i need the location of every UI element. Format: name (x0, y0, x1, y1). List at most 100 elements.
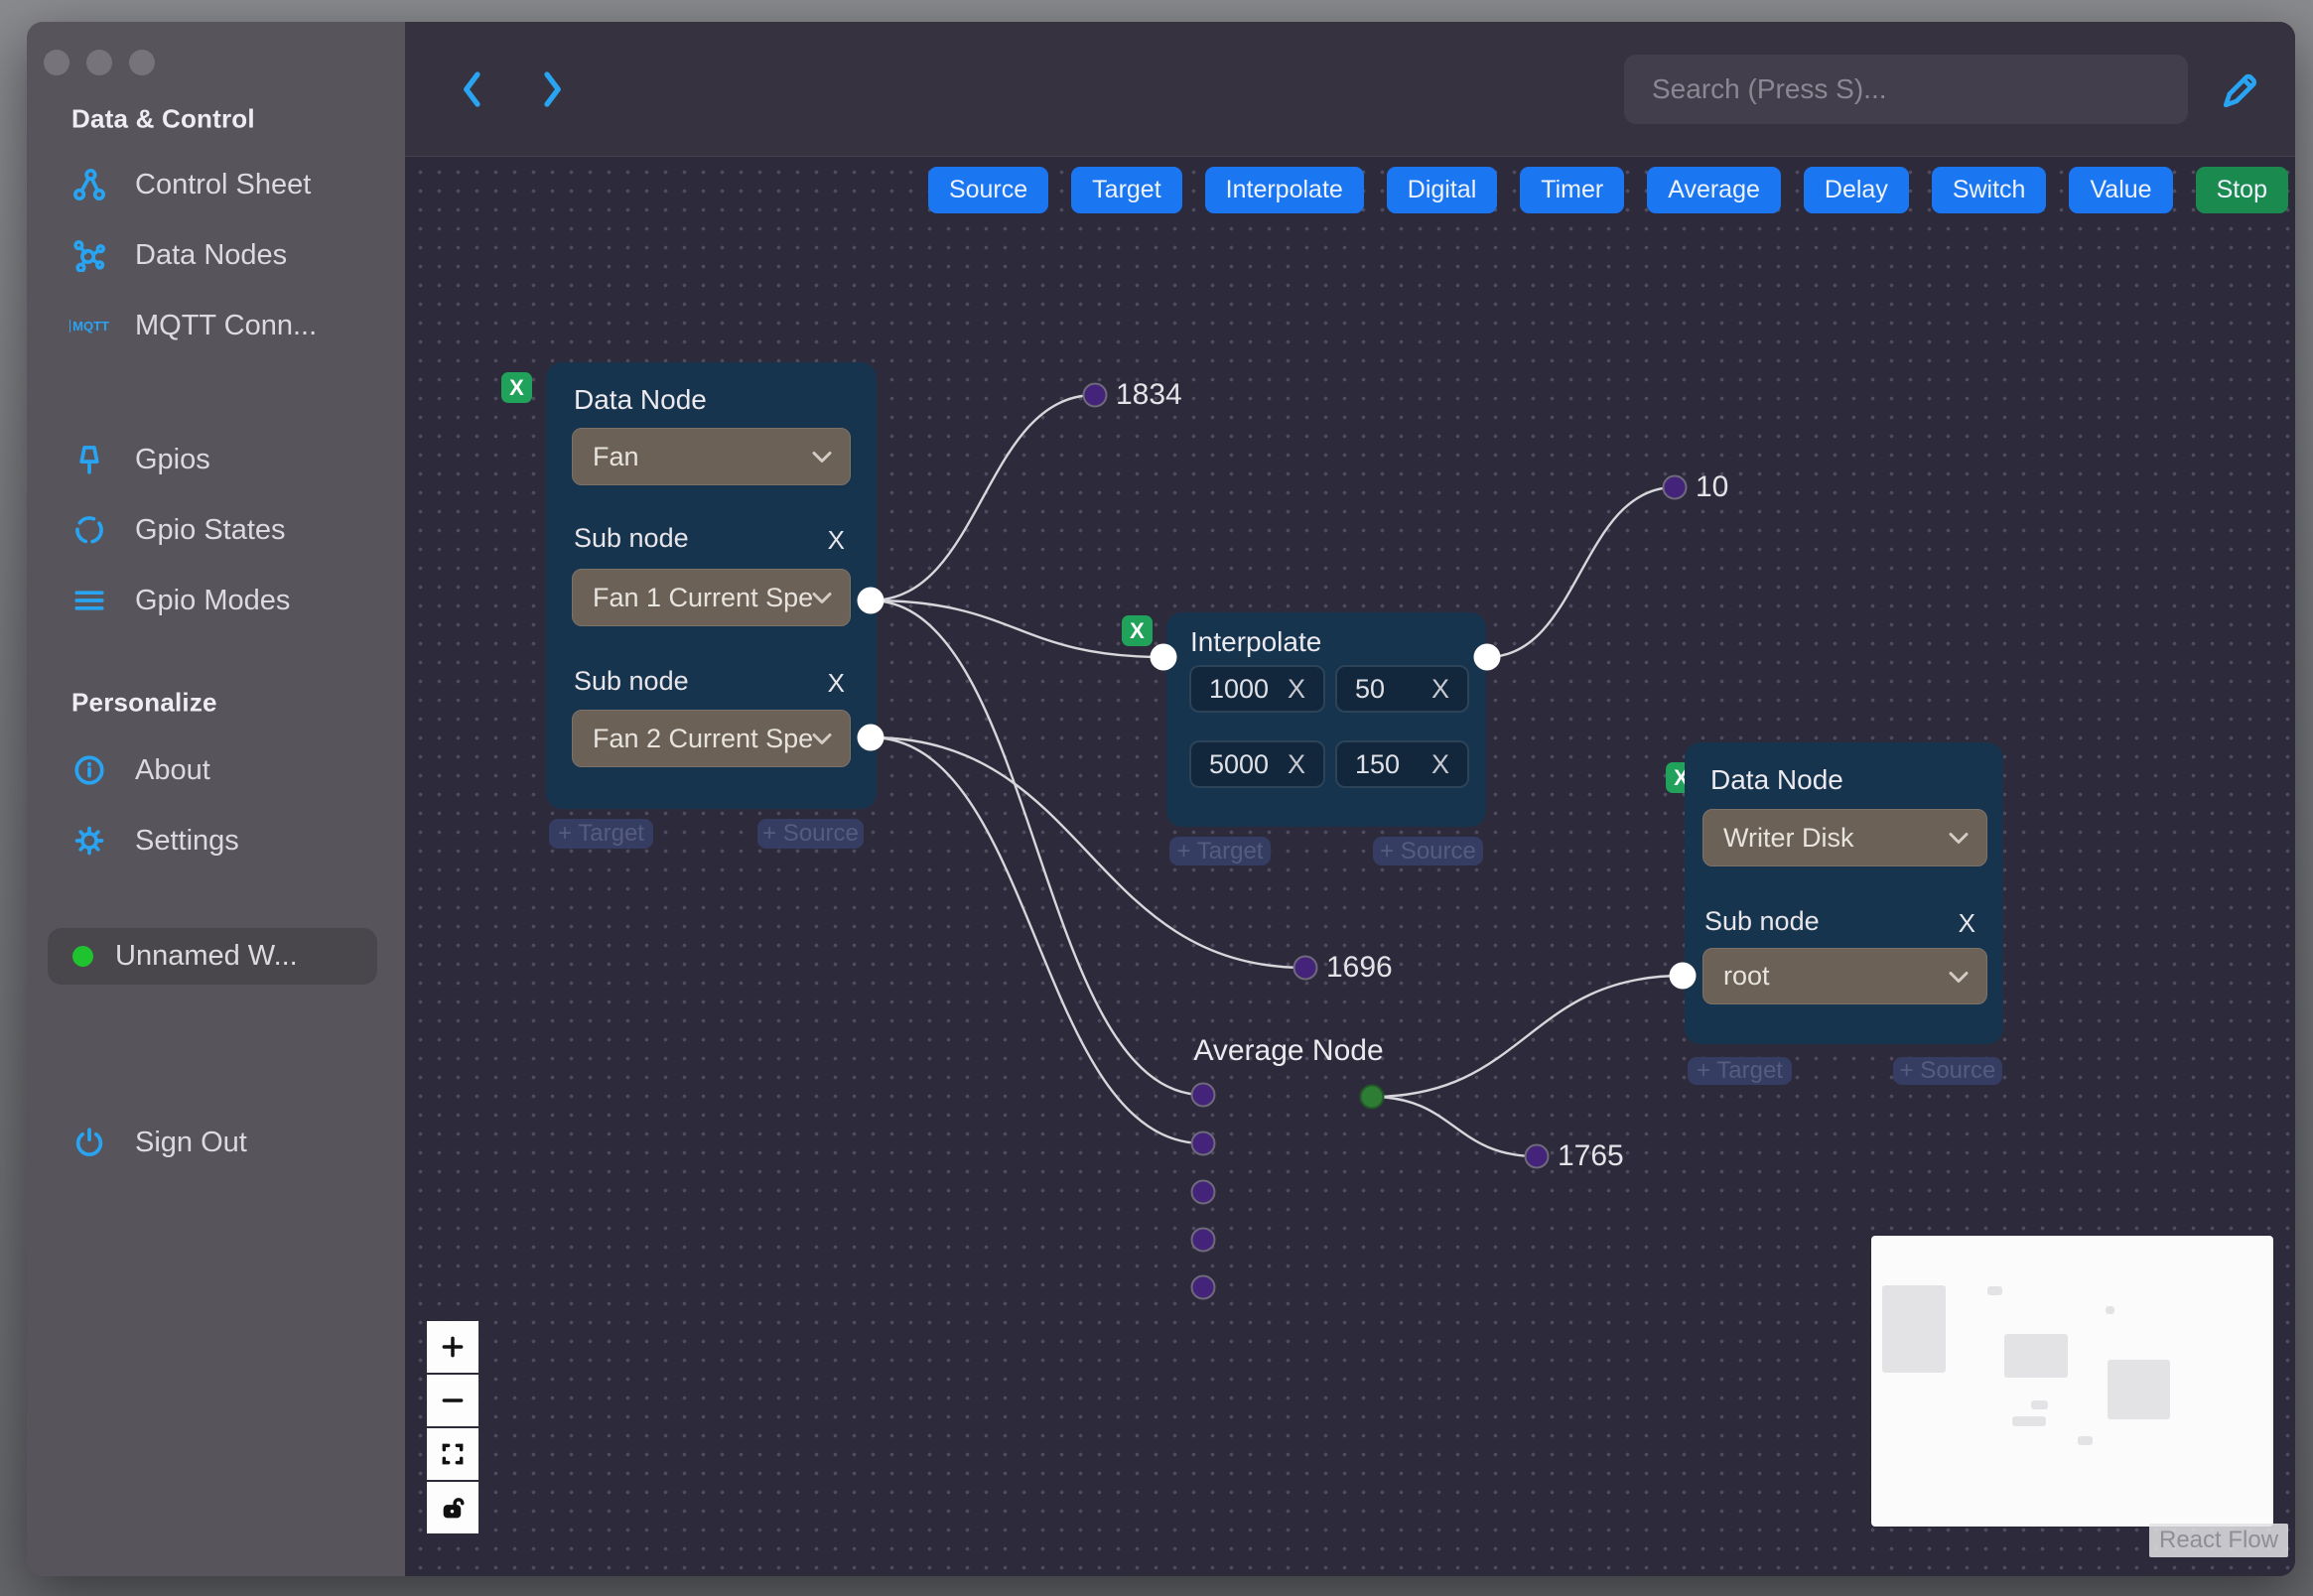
target-handle[interactable] (1190, 1274, 1216, 1300)
clear-input-button[interactable]: X (1288, 749, 1305, 780)
minimap[interactable] (1871, 1236, 2273, 1527)
flow-canvas[interactable]: Source Target Interpolate Digital Timer … (405, 157, 2295, 1576)
minimap-node (1987, 1286, 2002, 1295)
edge (870, 393, 1096, 602)
dashed-circle-icon (69, 510, 109, 550)
mqtt-icon: MQTT (69, 318, 109, 333)
add-source-badge[interactable]: + Source (1893, 1057, 2002, 1085)
interpolate-node[interactable]: Interpolate 1000 X 50 X 5000 X 150 X (1166, 612, 1486, 827)
sidebar: Data & Control Control Sheet Data Nodes (27, 22, 405, 1576)
edge-value-label: 10 (1696, 470, 1729, 503)
target-handle[interactable] (1190, 1179, 1216, 1205)
forward-button[interactable] (530, 67, 574, 111)
edit-button[interactable] (2214, 64, 2265, 115)
sidebar-section-personalize: Personalize (71, 687, 217, 718)
data-node-writer-disk[interactable]: Data Node Writer Disk Sub node X root (1685, 742, 2003, 1044)
zoom-in-button[interactable] (427, 1321, 478, 1373)
source-handle[interactable] (857, 587, 884, 614)
sub-node-label: Sub node (1704, 906, 1820, 936)
window-close-button[interactable] (44, 50, 69, 75)
sidebar-item-gpio-states[interactable]: Gpio States (69, 510, 286, 550)
lock-button[interactable] (427, 1482, 478, 1533)
pin-icon (69, 440, 109, 479)
minus-icon (442, 1398, 464, 1402)
sidebar-item-data-nodes[interactable]: Data Nodes (69, 235, 287, 275)
add-target-badge[interactable]: + Target (1688, 1057, 1792, 1085)
search-input[interactable] (1624, 55, 2188, 124)
remove-sub-node-button[interactable]: X (828, 668, 845, 699)
sidebar-item-mqtt-connections[interactable]: MQTT MQTT Conn... (69, 306, 317, 345)
delete-node-button[interactable]: X (501, 372, 532, 403)
sidebar-item-sign-out[interactable]: Sign Out (69, 1123, 247, 1162)
chevron-down-icon (810, 583, 834, 613)
sidebar-item-workspace[interactable]: Unnamed W... (48, 928, 377, 985)
input-value: 5000 (1209, 748, 1270, 779)
main-area: Source Target Interpolate Digital Timer … (405, 22, 2295, 1576)
gear-icon (69, 821, 109, 861)
sidebar-item-label: MQTT Conn... (135, 309, 318, 341)
edge-value-label: 1696 (1326, 951, 1393, 984)
average-node-title: Average Node (1193, 1034, 1384, 1067)
sidebar-item-gpios[interactable]: Gpios (69, 440, 210, 479)
back-button[interactable] (451, 67, 494, 111)
clear-input-button[interactable]: X (1288, 674, 1305, 705)
workspace-status-dot (72, 946, 93, 967)
window-minimize-button[interactable] (86, 50, 112, 75)
delete-node-button[interactable]: X (1122, 615, 1153, 646)
node-title: Interpolate (1190, 626, 1322, 657)
sidebar-item-about[interactable]: About (69, 750, 210, 790)
target-handle[interactable] (1190, 1130, 1216, 1156)
sidebar-item-gpio-modes[interactable]: Gpio Modes (69, 581, 290, 620)
target-handle[interactable] (1150, 643, 1177, 671)
clear-input-button[interactable]: X (1431, 674, 1449, 705)
sidebar-item-control-sheet[interactable]: Control Sheet (69, 165, 311, 204)
sub-node-select[interactable]: Fan 2 Current Spe (572, 710, 851, 767)
value-endpoint[interactable] (1293, 955, 1318, 981)
remove-sub-node-button[interactable]: X (828, 525, 845, 556)
select-value: Fan 1 Current Spe (593, 582, 814, 612)
sidebar-item-settings[interactable]: Settings (69, 821, 239, 861)
edge (870, 598, 1204, 1097)
chevron-down-icon (1947, 823, 1971, 854)
input-value: 1000 (1209, 673, 1270, 704)
input-value: 150 (1355, 748, 1401, 779)
workspace-label: Unnamed W... (115, 940, 298, 972)
zoom-out-button[interactable] (427, 1375, 478, 1426)
minimap-node (1882, 1285, 1946, 1373)
source-handle[interactable] (1359, 1084, 1385, 1110)
interpolate-input[interactable]: 150 X (1335, 740, 1469, 788)
target-handle[interactable] (1669, 962, 1697, 990)
add-source-badge[interactable]: + Source (1373, 837, 1483, 865)
react-flow-attribution[interactable]: React Flow (2149, 1524, 2289, 1557)
pencil-icon (2223, 73, 2257, 108)
sub-node-select[interactable]: Fan 1 Current Spe (572, 569, 851, 626)
window-zoom-button[interactable] (129, 50, 155, 75)
interpolate-input[interactable]: 50 X (1335, 665, 1469, 713)
sub-node-select[interactable]: root (1702, 948, 1987, 1004)
fit-view-icon (442, 1443, 464, 1465)
source-handle[interactable] (1473, 643, 1501, 671)
fit-view-button[interactable] (427, 1428, 478, 1480)
add-source-badge[interactable]: + Source (757, 819, 864, 849)
app-window: Data & Control Control Sheet Data Nodes (27, 22, 2295, 1576)
add-target-badge[interactable]: + Target (549, 819, 653, 849)
interpolate-input[interactable]: 5000 X (1189, 740, 1325, 788)
interpolate-input[interactable]: 1000 X (1189, 665, 1325, 713)
node-type-select[interactable]: Writer Disk (1702, 809, 1987, 866)
value-endpoint[interactable] (1662, 474, 1688, 500)
node-type-select[interactable]: Fan (572, 428, 851, 485)
sidebar-item-label: Gpio States (135, 513, 286, 546)
data-nodes-icon (69, 235, 109, 275)
source-handle[interactable] (857, 724, 884, 751)
remove-sub-node-button[interactable]: X (1959, 908, 1975, 939)
clear-input-button[interactable]: X (1431, 749, 1449, 780)
sidebar-item-label: Sign Out (135, 1126, 247, 1158)
target-handle[interactable] (1190, 1082, 1216, 1108)
minimap-node (2078, 1436, 2093, 1445)
target-handle[interactable] (1190, 1227, 1216, 1253)
add-target-badge[interactable]: + Target (1169, 837, 1271, 865)
sidebar-item-label: Gpios (135, 443, 210, 475)
data-node-fan[interactable]: Data Node Fan Sub node X Fan 1 Current S… (546, 362, 877, 809)
value-endpoint[interactable] (1082, 382, 1108, 408)
value-endpoint[interactable] (1524, 1143, 1550, 1169)
